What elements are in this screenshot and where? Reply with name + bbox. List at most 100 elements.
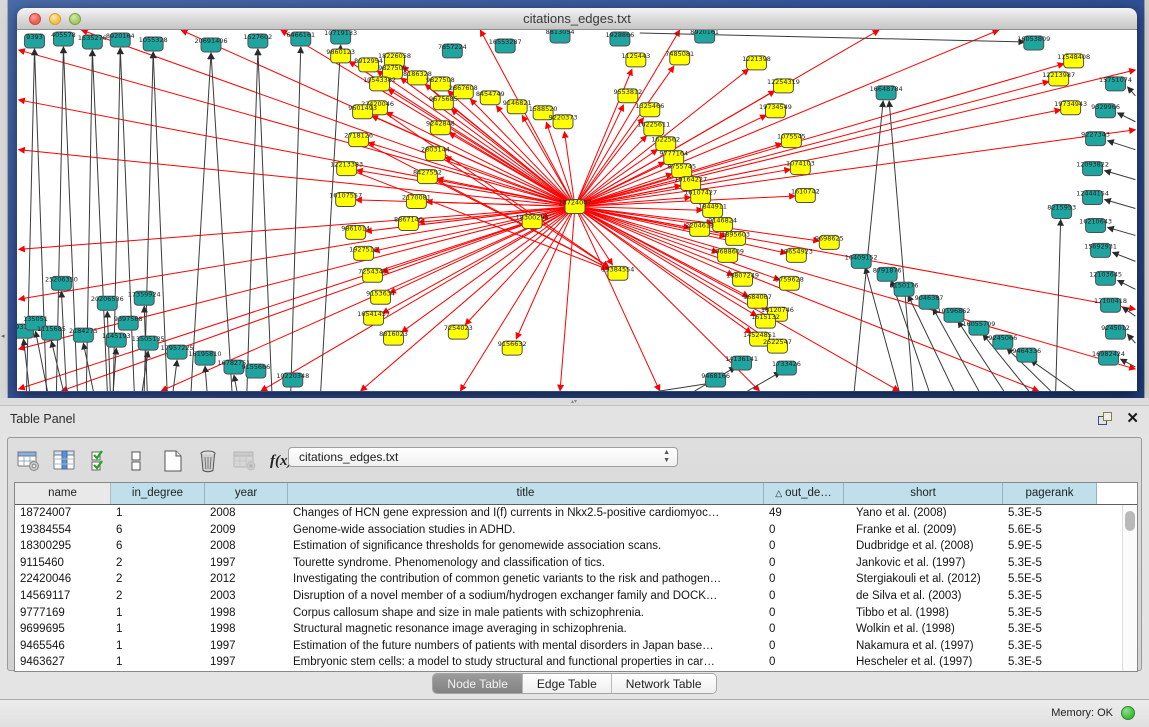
cell-out_degree[interactable]: 0	[764, 571, 844, 588]
column-header-year[interactable]: year	[205, 483, 288, 504]
graph-node[interactable]: 10719133	[324, 30, 357, 44]
close-panel-icon[interactable]: ✕	[1126, 410, 1139, 427]
graph-node[interactable]: 20206536	[91, 295, 124, 310]
graph-node[interactable]: 1145193	[102, 332, 131, 347]
cell-in_degree[interactable]: 1	[111, 605, 205, 622]
table-scrollbar[interactable]	[1122, 505, 1137, 671]
graph-node[interactable]: 8867140	[394, 215, 423, 230]
graph-node[interactable]: 9464336	[1012, 347, 1041, 362]
table-settings-icon[interactable]	[16, 448, 42, 474]
cell-pagerank[interactable]: 5.3E-5	[1003, 555, 1097, 572]
graph-node[interactable]: 14136141	[725, 355, 758, 370]
table-row[interactable]: 946362711997Embryonic stem cells: a mode…	[15, 654, 1122, 671]
graph-node[interactable]: 2204613	[685, 221, 714, 236]
graph-node[interactable]: 9860123	[326, 48, 355, 63]
network-graph-viewport[interactable]: 9393405578153527689201641055328206914061…	[17, 30, 1137, 391]
cell-pagerank[interactable]: 5.6E-5	[1003, 522, 1097, 539]
table-row[interactable]: 1938455462009Genome-wide association stu…	[15, 522, 1122, 539]
table-row[interactable]: 969969511998Structural magnetic resonanc…	[15, 621, 1122, 638]
graph-node[interactable]: 8454749	[476, 90, 505, 105]
cell-in_degree[interactable]: 6	[111, 538, 205, 555]
graph-node[interactable]: 15751074	[1099, 76, 1132, 91]
delete-table-icon[interactable]	[196, 448, 222, 474]
graph-node[interactable]: 8920164	[106, 32, 135, 47]
cell-short[interactable]: Hescheler et al. (1997)	[844, 654, 1003, 671]
graph-node[interactable]: 2522547	[763, 338, 792, 353]
graph-node[interactable]: 1844911	[698, 203, 727, 218]
cell-pagerank[interactable]: 5.9E-5	[1003, 538, 1097, 555]
graph-node[interactable]: 7485081	[665, 50, 694, 65]
graph-node[interactable]: 1075545	[777, 133, 806, 148]
column-header-short[interactable]: short	[844, 483, 1003, 504]
cell-year[interactable]: 1997	[205, 638, 288, 655]
graph-node[interactable]: 9759628	[775, 275, 804, 290]
cell-year[interactable]: 2009	[205, 522, 288, 539]
cell-in_degree[interactable]: 1	[111, 621, 205, 638]
graph-node[interactable]: 10220348	[276, 372, 309, 387]
column-chooser-icon[interactable]	[52, 448, 78, 474]
cell-title[interactable]: Structural magnetic resonance image aver…	[288, 621, 764, 638]
graph-node[interactable]: 1895603	[721, 230, 750, 245]
cell-name[interactable]: 14569117	[15, 588, 111, 605]
graph-node[interactable]: 19384554	[601, 265, 634, 280]
graph-node[interactable]: 17359924	[128, 290, 161, 305]
network-graph[interactable]: 9393405578153527689201641055328206914061…	[17, 30, 1137, 391]
table-scrollbar-thumb[interactable]	[1125, 511, 1135, 531]
tab-edge-table[interactable]: Edge Table	[523, 674, 612, 693]
table-row[interactable]: 911546021997Tourette syndrome. Phenomeno…	[15, 555, 1122, 572]
table-row[interactable]: 1830029562008Estimation of significance …	[15, 538, 1122, 555]
network-view-canvas[interactable]: ◂ citations_edges.txt 93934055781535	[0, 0, 1149, 398]
graph-node[interactable]: 1610742	[791, 188, 820, 203]
table-row[interactable]: 1872400712008Changes of HCN gene express…	[15, 505, 1122, 522]
graph-node[interactable]: 16541437	[357, 310, 390, 325]
graph-node[interactable]: 1622562	[651, 136, 680, 151]
graph-node[interactable]: 7857224	[438, 43, 467, 58]
graph-node[interactable]: 19654923	[780, 247, 813, 262]
cell-title[interactable]: Disruption of a novel member of a sodium…	[288, 588, 764, 605]
cell-in_degree[interactable]: 1	[111, 505, 205, 522]
graph-node[interactable]: 1527602	[243, 33, 272, 48]
tab-node-table[interactable]: Node Table	[433, 674, 523, 693]
table-row[interactable]: 977716911998Corpus callosum shape and si…	[15, 605, 1122, 622]
cell-short[interactable]: Jankovic et al. (1997)	[844, 555, 1003, 572]
graph-node[interactable]: 15692931	[1084, 242, 1117, 257]
cell-title[interactable]: Investigating the contribution of common…	[288, 571, 764, 588]
graph-node[interactable]: 16648784	[870, 85, 903, 100]
graph-node[interactable]: 12103645	[1089, 270, 1122, 285]
graph-node[interactable]: 8427552	[413, 169, 442, 184]
graph-node[interactable]: 7254023	[444, 324, 473, 339]
cell-pagerank[interactable]: 5.3E-5	[1003, 621, 1097, 638]
cell-out_degree[interactable]: 0	[764, 588, 844, 605]
graph-node[interactable]: 9468166	[701, 372, 730, 387]
graph-node[interactable]: 8920161	[690, 30, 719, 43]
new-table-icon[interactable]	[160, 448, 186, 474]
cell-out_degree[interactable]: 0	[764, 555, 844, 572]
graph-node[interactable]: 12093822	[1076, 161, 1109, 176]
graph-node[interactable]: 8816023	[379, 330, 408, 345]
graph-node[interactable]: 9698625	[815, 234, 844, 249]
cell-short[interactable]: Franke et al. (2009)	[844, 522, 1003, 539]
cell-name[interactable]: 18724007	[15, 505, 111, 522]
cell-out_degree[interactable]: 0	[764, 605, 844, 622]
graph-node[interactable]: 9155666	[241, 363, 270, 378]
cell-name[interactable]: 9115460	[15, 555, 111, 572]
graph-node[interactable]: 9861014	[341, 224, 370, 239]
graph-node[interactable]: 8813054	[546, 30, 575, 43]
tab-network-table[interactable]: Network Table	[612, 674, 716, 693]
graph-node[interactable]: 20691406	[195, 37, 228, 52]
cell-short[interactable]: Nakamura et al. (1997)	[844, 638, 1003, 655]
cell-pagerank[interactable]: 5.3E-5	[1003, 638, 1097, 655]
zoom-window-button[interactable]	[69, 13, 81, 25]
graph-node[interactable]: 16107557	[329, 192, 362, 207]
cell-year[interactable]: 2008	[205, 538, 288, 555]
graph-node[interactable]: 9329966	[1091, 103, 1120, 118]
cell-year[interactable]: 2012	[205, 571, 288, 588]
memory-status-indicator[interactable]	[1121, 706, 1135, 720]
column-header-pagerank[interactable]: pagerank	[1003, 483, 1097, 504]
cell-year[interactable]: 1997	[205, 555, 288, 572]
graph-node[interactable]: 9156632	[498, 340, 527, 355]
graph-node[interactable]: 1927516	[349, 245, 378, 260]
graph-node[interactable]: 405578	[51, 31, 76, 46]
cell-title[interactable]: Changes of HCN gene expression and I(f) …	[288, 505, 764, 522]
graph-node[interactable]: 17100418	[1094, 297, 1127, 312]
